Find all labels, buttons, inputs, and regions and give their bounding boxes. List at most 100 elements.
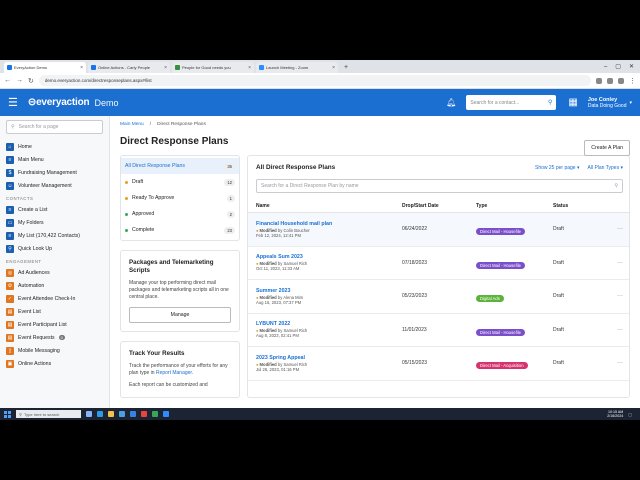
extension-icon[interactable]: [596, 77, 602, 84]
plan-date-cell: 05/15/2023: [402, 360, 428, 367]
notification-icon[interactable]: ▢: [628, 412, 632, 417]
zoom-icon[interactable]: [163, 411, 169, 417]
reload-icon[interactable]: ↻: [28, 77, 34, 85]
table-row[interactable]: Financial Household mail planModified by…: [248, 213, 629, 247]
columns: All Direct Response Plans 36 Draft 12 Read…: [120, 155, 630, 398]
sidebar-item-event-requests[interactable]: ▤ Event Requests 0: [6, 331, 103, 344]
plan-search-input[interactable]: Search for a Direct Response Plan by nam…: [256, 179, 623, 193]
status-dot-icon: [125, 180, 128, 184]
back-icon[interactable]: ←: [4, 77, 11, 84]
task-view-icon[interactable]: [86, 411, 92, 417]
plan-name-link[interactable]: LYBUNT 2022: [256, 321, 402, 327]
forward-icon[interactable]: →: [16, 77, 23, 84]
plan-name-link[interactable]: Financial Household mail plan: [256, 221, 402, 227]
url-field[interactable]: demo.everyaction.com/directresponseplans…: [38, 75, 591, 86]
browser-tab-3[interactable]: People for Good needs you ×: [172, 62, 254, 73]
more-options-icon[interactable]: ···: [617, 260, 623, 266]
more-options-icon[interactable]: ···: [617, 226, 623, 232]
more-options-icon[interactable]: ···: [617, 293, 623, 299]
contact-search-input[interactable]: Search for a contact... ⚲: [466, 95, 557, 110]
breadcrumb-main-menu[interactable]: Main Menu: [120, 122, 144, 127]
sidebar-item-home[interactable]: ⌂ Home: [6, 140, 103, 153]
sidebar-item-event-checkin[interactable]: ✓ Event Attendee Check-In: [6, 292, 103, 305]
plan-type-badge: Direct Mail - Housefile: [476, 228, 525, 236]
mail-icon[interactable]: [130, 411, 136, 417]
search-icon[interactable]: ⚲: [614, 183, 618, 189]
sidebar-item-event-list[interactable]: ▤ Event List: [6, 305, 103, 318]
browser-tab-4[interactable]: Launch Meeting - Zoom ×: [256, 62, 338, 73]
status-filter-approved[interactable]: Approved 2: [121, 206, 239, 222]
column-header-date[interactable]: Drop/Start Date: [402, 203, 476, 212]
close-icon[interactable]: ×: [80, 65, 83, 71]
sidebar-item-automation[interactable]: ⚙ Automation: [6, 279, 103, 292]
sidebar-item-create-list[interactable]: ≡ Create a List: [6, 203, 103, 216]
sidebar-item-event-participant[interactable]: ▤ Event Participant List: [6, 318, 103, 331]
sidebar-item-label: My Folders: [18, 219, 44, 226]
apps-grid-icon[interactable]: ▦: [568, 97, 577, 108]
bell-icon[interactable]: 🔔︎: [446, 98, 456, 107]
extension-icon[interactable]: [607, 77, 613, 84]
sidebar-item-my-list[interactable]: ≡ My List (170,422 Contacts): [6, 229, 103, 242]
column-header-status[interactable]: Status: [553, 203, 603, 212]
manage-button[interactable]: Manage: [129, 307, 231, 323]
create-plan-button[interactable]: Create A Plan: [584, 140, 630, 156]
sidebar-item-volunteer[interactable]: ☺ Volunteer Management: [6, 179, 103, 192]
close-window-icon[interactable]: ✕: [629, 62, 634, 73]
table-row[interactable]: LYBUNT 2022Modified by Samuel RichAug 8,…: [248, 314, 629, 347]
status-count: 1: [226, 194, 235, 202]
status-filter-ready[interactable]: Ready To Approve 1: [121, 190, 239, 206]
sidebar-item-ad-audiences[interactable]: ◎ Ad Audiences: [6, 266, 103, 279]
column-header-name[interactable]: Name: [256, 203, 402, 212]
plan-type-badge: Digital Ads: [476, 295, 504, 303]
chevron-down-icon[interactable]: ▾: [629, 100, 632, 106]
status-filter-draft[interactable]: Draft 12: [121, 174, 239, 190]
clock[interactable]: 10:15 AM 2/16/2024: [607, 410, 623, 418]
status-filter-all[interactable]: All Direct Response Plans 36: [121, 158, 239, 174]
hamburger-icon[interactable]: ☰: [8, 96, 18, 109]
plan-name-link[interactable]: Summer 2023: [256, 288, 402, 294]
windows-start-icon[interactable]: [4, 410, 11, 418]
search-icon[interactable]: ⚲: [548, 99, 552, 106]
sidebar-item-online-actions[interactable]: ▣ Online Actions: [6, 357, 103, 370]
breadcrumb-current: Direct Response Plans: [157, 122, 206, 127]
more-options-icon[interactable]: ···: [617, 327, 623, 333]
plan-name-link[interactable]: 2023 Spring Appeal: [256, 355, 402, 361]
minimize-icon[interactable]: –: [604, 62, 607, 73]
browser-tab-2[interactable]: Online Actions - Carly People ×: [88, 62, 170, 73]
edge-icon[interactable]: [97, 411, 103, 417]
browser-tab-1[interactable]: EveryAction Demo ×: [4, 62, 86, 73]
sidebar-item-fundraising[interactable]: $ Fundraising Management: [6, 166, 103, 179]
sidebar-item-mobile[interactable]: ▯ Mobile Messaging: [6, 344, 103, 357]
per-page-dropdown[interactable]: Show 25 per page ▾: [535, 165, 580, 171]
logo[interactable]: ⊝everyaction: [28, 97, 90, 108]
table-row[interactable]: Summer 2023Modified by Alena MimAug 16, …: [248, 280, 629, 314]
close-icon[interactable]: ×: [164, 65, 167, 71]
taskbar-search-input[interactable]: ⚲ Type here to search: [16, 410, 81, 418]
more-options-icon[interactable]: ···: [617, 360, 623, 366]
close-icon[interactable]: ×: [332, 65, 335, 71]
user-menu[interactable]: Joe Conley Data Doing Good: [588, 97, 627, 109]
file-explorer-icon[interactable]: [108, 411, 114, 417]
status-filter-complete[interactable]: Complete 23: [121, 222, 239, 238]
plan-type-cell: Direct Mail - Housefile: [476, 254, 553, 272]
sidebar-item-quick-look-up[interactable]: ⚲ Quick Look Up: [6, 242, 103, 255]
sidebar-item-main-menu[interactable]: ≡ Main Menu: [6, 153, 103, 166]
store-icon[interactable]: [119, 411, 125, 417]
report-manager-link[interactable]: Report Manager: [156, 370, 192, 376]
calendar-icon: ▤: [6, 333, 14, 342]
plan-types-dropdown[interactable]: All Plan Types ▾: [588, 165, 624, 171]
results-card-period: .: [191, 370, 194, 376]
column-header-type[interactable]: Type: [476, 203, 553, 212]
plan-name-link[interactable]: Appeals Sum 2023: [256, 254, 402, 260]
close-icon[interactable]: ×: [248, 65, 251, 71]
new-tab-button[interactable]: +: [340, 62, 352, 73]
chrome-icon[interactable]: [152, 411, 158, 417]
chrome-icon[interactable]: [141, 411, 147, 417]
table-row[interactable]: Appeals Sum 2023Modified by Samuel RichO…: [248, 247, 629, 280]
maximize-icon[interactable]: ▢: [615, 62, 621, 73]
page-search-input[interactable]: ⚲ Search for a page: [6, 120, 103, 134]
sidebar-item-my-folders[interactable]: ▭ My Folders: [6, 216, 103, 229]
menu-dots-icon[interactable]: ⋮: [629, 77, 636, 85]
profile-icon[interactable]: [618, 77, 624, 84]
table-row[interactable]: 2023 Spring AppealModified by Samuel Ric…: [248, 347, 629, 381]
